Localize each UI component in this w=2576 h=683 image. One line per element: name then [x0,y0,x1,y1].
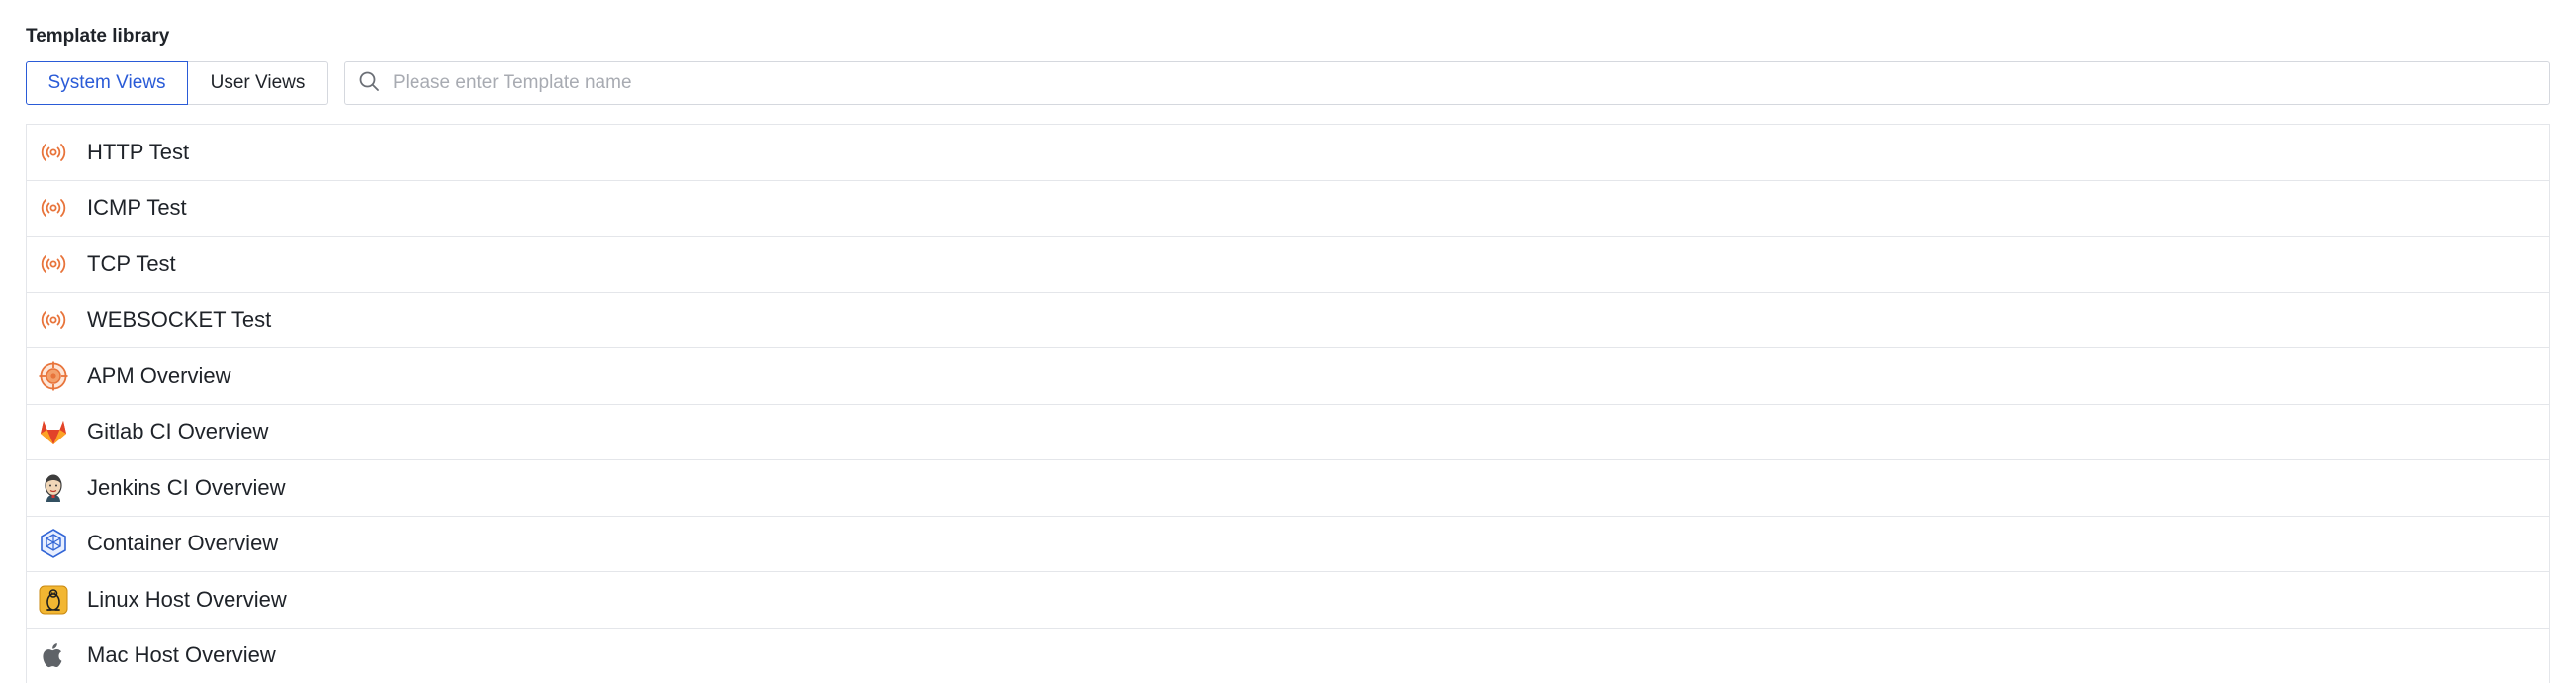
search-icon [357,69,381,98]
apple-icon [38,639,69,671]
view-switch: System Views User Views [26,61,328,105]
template-row-http-test[interactable]: HTTP Test [27,125,2549,181]
template-row-jenkins-ci-overview[interactable]: Jenkins CI Overview [27,460,2549,517]
target-icon [38,360,69,392]
jenkins-icon [38,472,69,504]
template-row-gitlab-ci-overview[interactable]: Gitlab CI Overview [27,404,2549,460]
template-list: HTTP Test ICMP Test TCP Test WEBSOCKET T… [26,124,2550,683]
search-input[interactable] [393,63,2549,103]
template-name: WEBSOCKET Test [87,307,272,333]
gitlab-icon [38,416,69,447]
template-name: Jenkins CI Overview [87,474,286,500]
template-row-icmp-test[interactable]: ICMP Test [27,180,2549,237]
template-row-container-overview[interactable]: Container Overview [27,516,2549,572]
search-box[interactable] [344,61,2550,105]
template-name: ICMP Test [87,195,187,221]
template-row-apm-overview[interactable]: APM Overview [27,348,2549,405]
broadcast-icon [38,192,69,224]
template-name: TCP Test [87,250,176,276]
template-row-linux-host-overview[interactable]: Linux Host Overview [27,572,2549,629]
template-name: Mac Host Overview [87,642,276,668]
tab-user-views[interactable]: User Views [187,61,328,105]
linux-icon [38,584,69,616]
page-title: Template library [26,26,170,47]
template-name: Container Overview [87,531,279,556]
template-row-mac-host-overview[interactable]: Mac Host Overview [27,628,2549,683]
container-icon [38,528,69,559]
template-name: HTTP Test [87,139,190,164]
broadcast-icon [38,248,69,280]
tab-system-views[interactable]: System Views [26,61,188,105]
broadcast-icon [38,304,69,336]
template-name: Gitlab CI Overview [87,419,269,444]
template-name: Linux Host Overview [87,586,287,612]
broadcast-icon [38,137,69,168]
template-row-websocket-test[interactable]: WEBSOCKET Test [27,292,2549,348]
template-row-tcp-test[interactable]: TCP Test [27,237,2549,293]
toolbar: System Views User Views [26,61,2550,105]
template-name: APM Overview [87,362,231,388]
